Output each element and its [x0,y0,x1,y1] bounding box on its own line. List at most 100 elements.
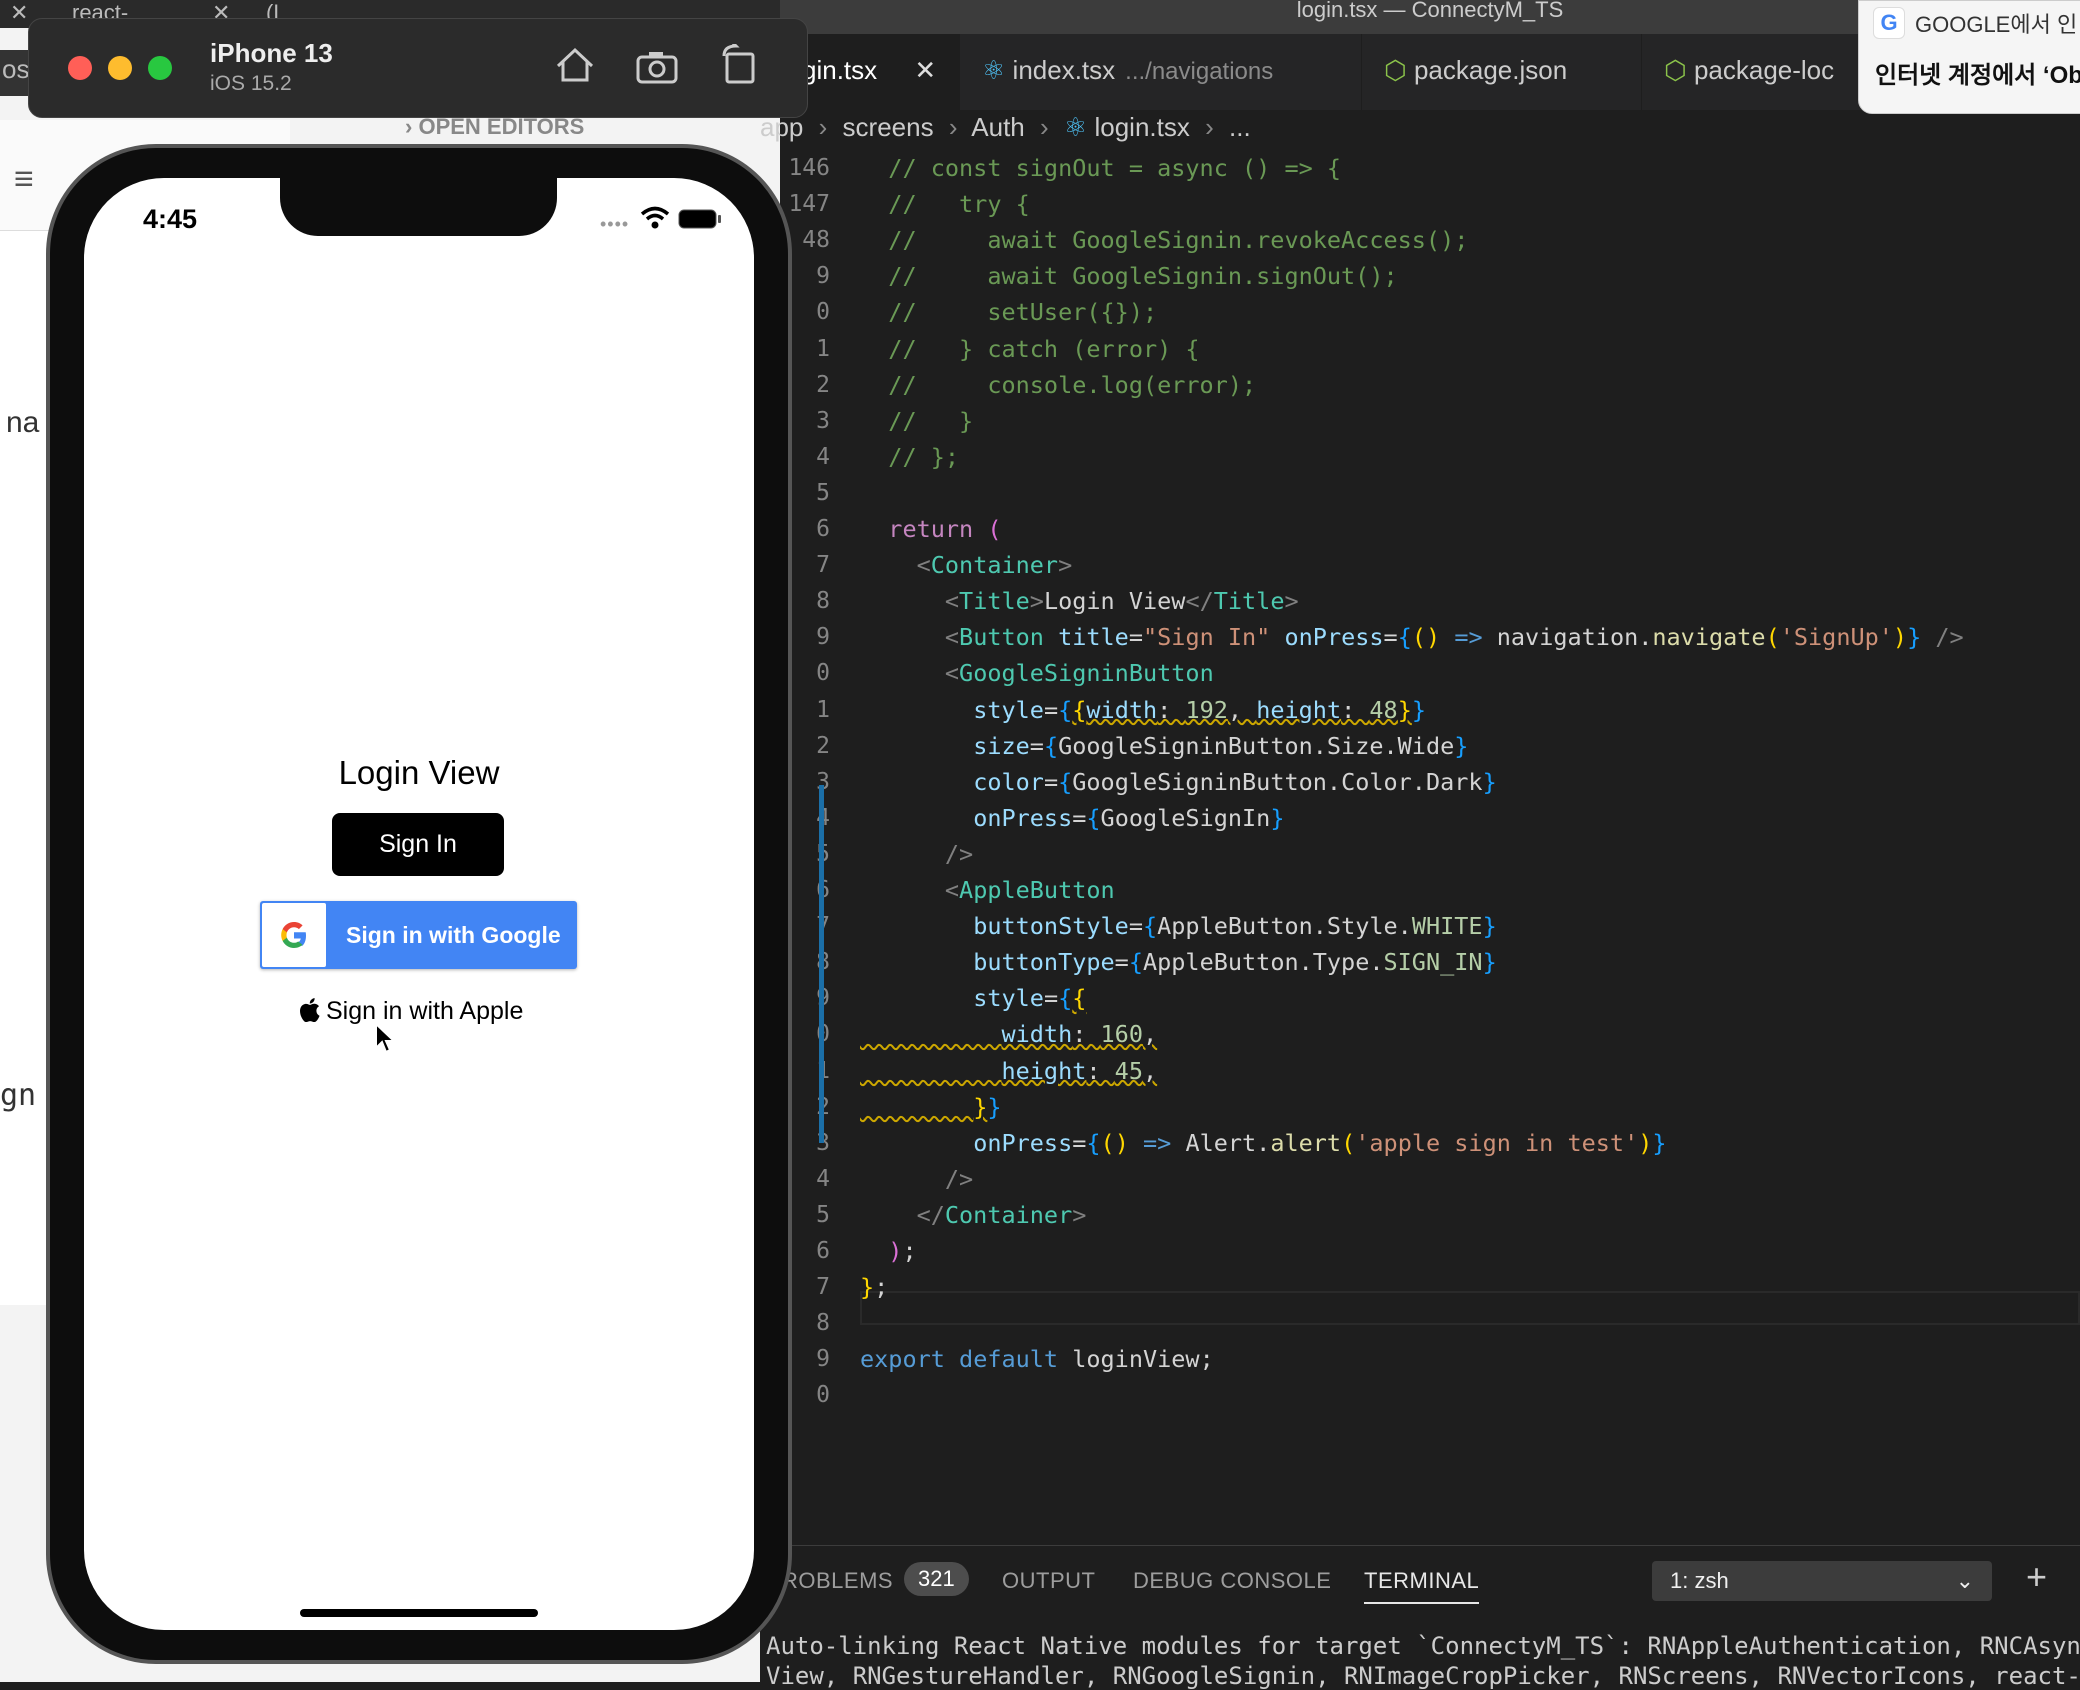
chevron-right-icon: › [1205,112,1214,142]
screen-title: Login View [338,754,500,791]
line-number: 1 [816,335,830,362]
line-number: 8 [816,1310,830,1337]
google-icon: G [1873,7,1905,39]
screenshot-icon[interactable] [636,50,678,84]
code-line: /> [944,1164,974,1193]
chevron-right-icon: › [948,112,958,142]
line-number: 5 [816,1201,830,1228]
chevron-down-icon: ⌄ [1955,1568,1974,1593]
tab-label: package.json [1413,55,1568,85]
close-window-button[interactable] [68,56,92,80]
line-number: 48 [802,227,830,254]
simulator-device-name: iPhone 13 [210,38,333,68]
terminal-line: View, RNGestureHandler, RNGoogleSignin, … [766,1662,2080,1690]
notification-banner[interactable]: G GOOGLE에서 인 인터넷 계정에서 ‘Ob [1858,0,2080,114]
line-number: 9 [816,263,830,290]
code-line: }} [973,1092,1002,1121]
line-number: 6 [816,516,830,542]
react-icon: ⚛ [1063,112,1088,142]
google-signin-label: Sign in with Google [346,922,561,948]
code-line: <Container> [916,551,1073,580]
problems-count-badge: 321 [904,1562,969,1596]
code-line: return ( [888,515,1002,543]
code-line: }; [860,1273,889,1302]
plus-icon[interactable]: + [2026,1556,2047,1598]
code-line: width: 160, [1001,1020,1158,1049]
code-line: buttonType={AppleButton.Type.SIGN_IN} [973,948,1497,977]
tab-output[interactable]: OUTPUT [1002,1568,1095,1594]
simulator-os-version: iOS 15.2 [210,72,292,95]
line-number: 7 [816,1274,830,1301]
tab-label: index.tsx [1012,55,1116,85]
mouse-cursor-icon [375,1022,396,1054]
code-line: <GoogleSigninButton [944,659,1214,688]
line-number: 7 [816,552,830,579]
breadcrumb: app › screens › Auth › ⚛ login.tsx › ... [760,110,1251,146]
code-line: // await GoogleSignin.signOut(); [860,262,1398,291]
breadcrumb-item[interactable]: ... [1229,112,1251,142]
code-line: style={{width: 192, height: 48}} [973,695,1426,724]
breadcrumb-item[interactable]: login.tsx [1094,112,1189,142]
code-line: buttonStyle={AppleButton.Style.WHITE} [973,912,1497,941]
code-line: // } catch (error) { [860,334,1200,363]
line-number: 9 [816,1346,830,1373]
code-line: // const signOut = async () => { [860,154,1342,182]
code-line: // }; [860,442,960,471]
line-number: 146 [788,155,830,181]
notification-title: GOOGLE에서 인 [1915,12,2078,37]
code-line: ); [888,1237,917,1265]
tab-problems[interactable]: ROBLEMS [782,1568,893,1594]
tab-path: .../navigations [1125,58,1274,85]
tab-index[interactable]: ⚛ index.tsx .../navigations [960,34,1362,110]
signal-icon: •••• [600,214,630,234]
line-number: 2 [816,732,830,759]
tab-package-json[interactable]: ⬡ package.json [1362,34,1642,110]
apple-signin-button[interactable]: Sign in with Apple [300,997,523,1037]
breadcrumb-item[interactable]: screens [843,112,934,142]
code-line: </Container> [916,1200,1087,1229]
rotate-icon[interactable] [720,44,756,84]
menu-icon[interactable]: ≡ [14,160,34,199]
terminal-select-value: 1: zsh [1670,1568,1729,1593]
zoom-window-button[interactable] [148,56,172,80]
code-line: <AppleButton [944,876,1115,904]
google-signin-button[interactable]: Sign in with Google [260,901,577,969]
tab-label: package-loc [1693,55,1835,85]
line-number: 2 [816,371,830,398]
code-line: // } [860,406,974,435]
sign-in-button[interactable]: Sign In [332,813,504,876]
code-line: style={{ [973,984,1087,1013]
terminal-select[interactable]: 1: zsh ⌄ [1652,1561,1992,1601]
code-line: onPress={GoogleSignIn} [973,803,1285,832]
apple-signin-label: Sign in with Apple [326,997,524,1025]
code-line: // try { [860,190,1030,219]
git-change-indicator [819,785,824,1143]
minimize-window-button[interactable] [108,56,132,80]
close-icon[interactable]: ✕ [914,55,936,85]
code-line: export default loginView; [860,1345,1214,1374]
breadcrumb-item[interactable]: Auth [971,112,1025,142]
code-line: onPress={() => Alert.alert('apple sign i… [973,1128,1667,1157]
line-number: 0 [816,299,830,326]
home-indicator [300,1609,538,1617]
code-line: // console.log(error); [860,370,1257,399]
phone-notch [280,178,557,236]
tab-debug-console[interactable]: DEBUG CONSOLE [1133,1568,1331,1594]
close-icon[interactable]: ✕ [10,0,28,25]
code-line: color={GoogleSigninButton.Color.Dark} [973,767,1497,796]
home-icon[interactable] [554,46,596,84]
bg-text: os [2,54,30,84]
line-number: 0 [816,660,830,687]
google-logo-icon [262,903,326,967]
code-line: // await GoogleSignin.revokeAccess(); [860,226,1469,255]
current-line-highlight [860,1291,2080,1325]
code-line: // setUser({}); [860,298,1158,327]
status-time: 4:45 [143,204,198,234]
tab-label: gin.tsx [802,55,878,85]
line-number: 4 [816,1165,830,1192]
line-number: 6 [816,1238,830,1264]
tab-terminal[interactable]: TERMINAL [1364,1568,1480,1604]
chevron-right-icon: › [1040,112,1049,142]
code-line: <Title>Login View</Title> [944,587,1299,616]
line-number: 147 [788,191,830,218]
